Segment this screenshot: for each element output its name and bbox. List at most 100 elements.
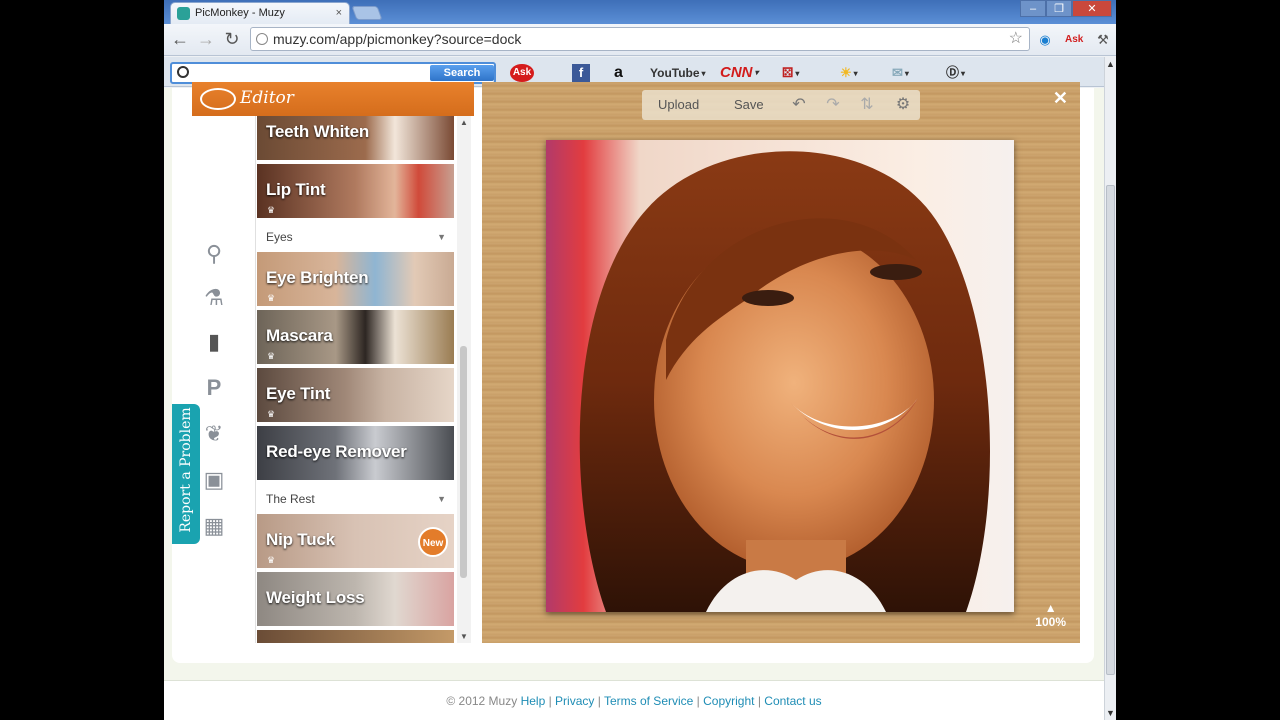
effects-flask-icon[interactable]: ⚗: [200, 284, 228, 312]
portrait-image: [546, 140, 1014, 612]
zoom-level[interactable]: ▲ 100%: [1035, 601, 1066, 629]
amazon-icon[interactable]: a: [614, 64, 623, 82]
save-button[interactable]: Save: [734, 90, 764, 120]
reload-button[interactable]: ↻: [222, 30, 242, 48]
page-footer: © 2012 Muzy Help | Privacy | Terms of Se…: [164, 680, 1104, 720]
feature-red-eye-remover[interactable]: Red-eye Remover: [257, 426, 454, 482]
feature-label: Eye Tint: [266, 384, 331, 403]
touch-up-lipstick-icon[interactable]: ▮: [200, 328, 228, 356]
feature-label: Mascara: [266, 326, 333, 345]
section-label: Eyes: [266, 230, 293, 244]
tool-category-rail: ⚲ ⚗ ▮ P ❦ ▣ ▦: [192, 116, 256, 643]
text-icon[interactable]: P: [200, 374, 228, 402]
bookmark-star-icon[interactable]: ☆: [1009, 28, 1023, 50]
feature-weight-loss[interactable]: Weight Loss: [257, 572, 454, 628]
ask-icon[interactable]: Ask: [510, 64, 534, 82]
history-icon[interactable]: ⇅: [856, 95, 878, 115]
scroll-up-icon[interactable]: ▲: [1106, 59, 1115, 69]
feature-eye-brighten[interactable]: Eye Brighten ♛: [257, 252, 454, 308]
section-label: The Rest: [266, 492, 315, 506]
crown-icon: ♛: [267, 205, 276, 215]
minimize-button[interactable]: –: [1020, 0, 1046, 17]
scroll-thumb[interactable]: [1106, 185, 1115, 675]
mail-icon[interactable]: ✉ ▾: [892, 64, 909, 82]
close-window-button[interactable]: ✕: [1072, 0, 1112, 17]
undo-icon[interactable]: ↶: [788, 95, 810, 115]
feature-nip-tuck[interactable]: Nip Tuck New ♛: [257, 514, 454, 570]
dice-icon[interactable]: ⚄ ▾: [782, 64, 799, 82]
feature-list-scrollbar[interactable]: ▲ ▼: [457, 116, 471, 643]
feature-eye-tint[interactable]: Eye Tint ♛: [257, 368, 454, 424]
footer-link-contact[interactable]: Contact us: [764, 694, 821, 708]
scroll-thumb[interactable]: [460, 346, 467, 578]
chevron-down-icon: ▼: [437, 232, 446, 242]
report-problem-tab[interactable]: Report a Problem: [172, 404, 200, 544]
feature-next-partial[interactable]: [257, 630, 454, 643]
feature-lip-tint[interactable]: Lip Tint ♛: [257, 164, 454, 220]
footer-link-privacy[interactable]: Privacy: [555, 694, 594, 708]
browser-toolbar: ← → ↻ muzy.com/app/picmonkey?source=dock…: [164, 24, 1116, 56]
wrench-icon[interactable]: ⚒: [1094, 32, 1112, 48]
favicon-icon: [177, 7, 190, 20]
forward-button[interactable]: →: [196, 30, 216, 48]
editor-container: Editor ⚲ ⚗ ▮ P ❦ ▣ ▦ Teeth Whiten Lip Ti…: [172, 82, 1094, 663]
canvas-toolbar: Upload Save ↶ ↷ ⇅ ⚙: [642, 90, 920, 120]
textures-icon[interactable]: ▦: [200, 512, 228, 540]
crown-icon: ♛: [267, 351, 276, 361]
browser-tab[interactable]: PicMonkey - Muzy ×: [170, 2, 350, 24]
tab-title: PicMonkey - Muzy: [195, 7, 285, 19]
overlays-icon[interactable]: ❦: [200, 420, 228, 448]
feature-label: Lip Tint: [266, 180, 326, 199]
photo-canvas: Upload Save ↶ ↷ ⇅ ⚙ ✕ ▲ 100%: [482, 82, 1080, 643]
footer-link-terms[interactable]: Terms of Service: [604, 694, 693, 708]
editor-title: Editor: [240, 88, 294, 108]
youtube-label: YouTube: [650, 66, 700, 80]
address-url: muzy.com/app/picmonkey?source=dock: [273, 31, 522, 47]
scroll-up-icon[interactable]: ▲: [460, 118, 468, 127]
facebook-icon[interactable]: f: [572, 64, 590, 82]
basic-edits-icon[interactable]: ⚲: [200, 240, 228, 268]
footer-link-help[interactable]: Help: [521, 694, 546, 708]
ask-extension-icon[interactable]: Ask: [1065, 32, 1083, 48]
feature-label: Weight Loss: [266, 588, 365, 607]
search-button[interactable]: Search: [430, 65, 494, 81]
redo-icon[interactable]: ↷: [822, 95, 844, 115]
feature-label: Red-eye Remover: [266, 442, 407, 461]
browser-window: PicMonkey - Muzy × – ❐ ✕ ← → ↻ muzy.com/…: [164, 0, 1116, 720]
back-button[interactable]: ←: [170, 30, 190, 48]
edited-photo[interactable]: [546, 140, 1014, 612]
page-scrollbar[interactable]: ▲ ▼: [1104, 57, 1116, 720]
upload-button[interactable]: Upload: [658, 90, 699, 120]
picmonkey-logo-icon: [200, 88, 236, 110]
editor-header: Editor: [192, 82, 474, 116]
tab-close-icon[interactable]: ×: [336, 3, 342, 24]
frames-icon[interactable]: ▣: [200, 466, 228, 494]
scroll-down-icon[interactable]: ▼: [1106, 708, 1115, 718]
report-problem-label: Report a Problem: [178, 407, 194, 533]
footer-link-copyright[interactable]: Copyright: [703, 694, 754, 708]
close-icon[interactable]: ✕: [1053, 88, 1068, 109]
search-input[interactable]: Search: [170, 62, 496, 84]
crown-icon: ♛: [267, 293, 276, 303]
crown-icon: ♛: [267, 409, 276, 419]
feature-list: Teeth Whiten Lip Tint ♛ Eyes ▼ Eye Brigh…: [257, 116, 456, 643]
zoom-label: 100%: [1035, 615, 1066, 629]
crown-icon: ♛: [267, 555, 276, 565]
maximize-button[interactable]: ❐: [1046, 0, 1072, 17]
address-bar[interactable]: muzy.com/app/picmonkey?source=dock ☆: [250, 27, 1030, 51]
editor-left-panel: Editor ⚲ ⚗ ▮ P ❦ ▣ ▦ Teeth Whiten Lip Ti…: [192, 82, 474, 643]
scroll-down-icon[interactable]: ▼: [460, 632, 468, 641]
new-tab-button[interactable]: [351, 6, 383, 20]
section-eyes[interactable]: Eyes ▼: [257, 222, 454, 252]
chevron-down-icon: ▼: [437, 494, 446, 504]
d-extension-icon[interactable]: Ⓓ ▾: [946, 64, 965, 82]
extension-eye-icon[interactable]: ◉: [1036, 32, 1054, 48]
feature-label: Eye Brighten: [266, 268, 369, 287]
feature-mascara[interactable]: Mascara ♛: [257, 310, 454, 366]
settings-gear-icon[interactable]: ⚙: [892, 95, 914, 115]
cnn-icon[interactable]: CNN ▾: [720, 64, 759, 82]
youtube-icon[interactable]: YouTube ▾: [650, 64, 706, 82]
section-the-rest[interactable]: The Rest ▼: [257, 484, 454, 514]
feature-teeth-whiten[interactable]: Teeth Whiten: [257, 116, 454, 162]
weather-icon[interactable]: ☀ ▾: [840, 64, 858, 82]
